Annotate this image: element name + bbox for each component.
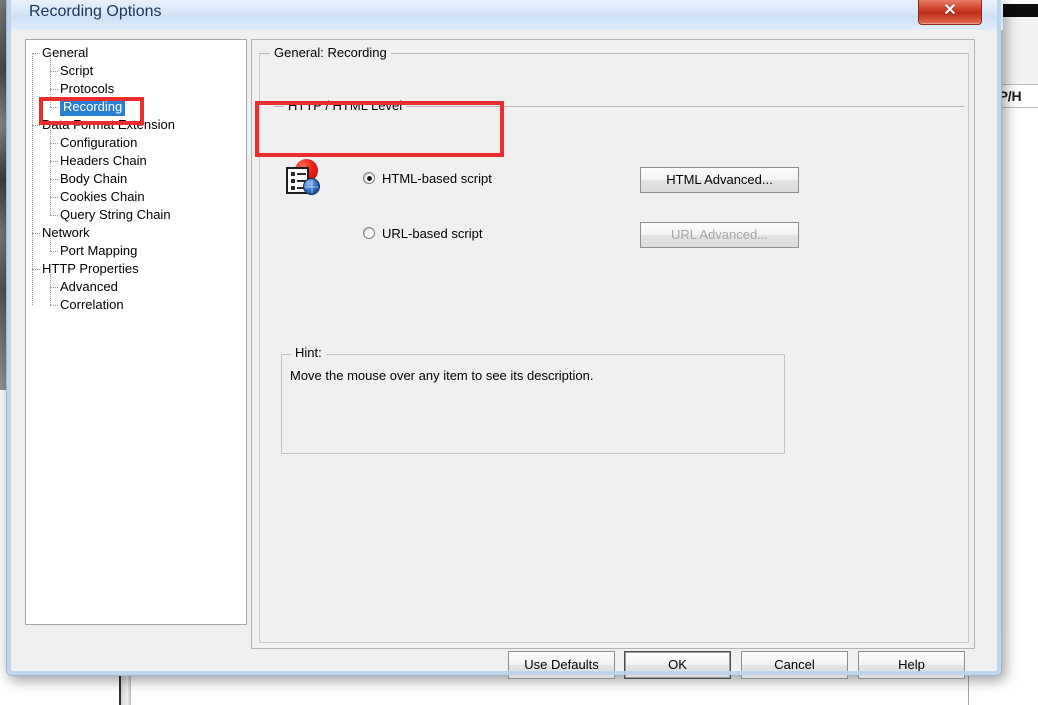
tree-item-label: Body Chain bbox=[60, 171, 128, 186]
cancel-button[interactable]: Cancel bbox=[741, 651, 848, 679]
close-icon: ✕ bbox=[943, 2, 957, 19]
dialog-body: General Script Protocols Recording Data Form… bbox=[11, 30, 999, 679]
tree-item-label: Correlation bbox=[60, 297, 124, 312]
background-bottom-stem bbox=[119, 676, 131, 705]
tree-item-label: General bbox=[42, 45, 89, 60]
tree-item-configuration[interactable]: Configuration bbox=[26, 134, 246, 152]
tree-item-label: Headers Chain bbox=[60, 153, 147, 168]
tree-item-correlation[interactable]: Correlation bbox=[26, 296, 246, 314]
radio-url-based-script-indicator[interactable] bbox=[363, 227, 375, 239]
http-html-level-title: HTTP / HTML Level bbox=[284, 98, 407, 113]
tree-guide bbox=[50, 269, 51, 305]
url-advanced-button: URL Advanced... bbox=[640, 222, 799, 248]
tree-item-label: Script bbox=[60, 63, 94, 78]
dialog-title: Recording Options bbox=[29, 3, 162, 20]
tree-guide bbox=[50, 125, 51, 215]
globe-shape bbox=[303, 178, 320, 195]
tree-guide bbox=[32, 53, 33, 305]
tree-item-advanced[interactable]: Advanced bbox=[26, 278, 246, 296]
hint-text: Move the mouse over any item to see its … bbox=[290, 368, 594, 383]
help-button[interactable]: Help bbox=[858, 651, 965, 679]
http-html-level-group: HTTP / HTML Level HTML-based script URL-… bbox=[274, 98, 964, 291]
tree-item-query-string-chain[interactable]: Query String Chain bbox=[26, 206, 246, 224]
tree-item-label: HTTP Properties bbox=[42, 261, 139, 276]
radio-url-based-script[interactable]: URL-based script bbox=[363, 224, 563, 244]
general-recording-group: General: Recording HTTP / HTML Level HTM… bbox=[259, 45, 969, 643]
radio-html-based-script-label: HTML-based script bbox=[382, 171, 492, 186]
tree-guide bbox=[50, 233, 51, 251]
tree-item-headers-chain[interactable]: Headers Chain bbox=[26, 152, 246, 170]
options-tree: General Script Protocols Recording Data Form… bbox=[26, 44, 246, 314]
recording-options-dialog: Recording Options ✕ General Script Protoco… bbox=[6, 0, 1003, 679]
tree-item-protocols[interactable]: Protocols bbox=[26, 80, 246, 98]
dialog-titlebar[interactable]: Recording Options ✕ bbox=[7, 0, 1003, 30]
options-tree-panel[interactable]: General Script Protocols Recording Data Form… bbox=[25, 39, 247, 625]
tree-item-body-chain[interactable]: Body Chain bbox=[26, 170, 246, 188]
tree-item-label: Query String Chain bbox=[60, 207, 171, 222]
tree-guide bbox=[50, 53, 51, 107]
tree-item-port-mapping[interactable]: Port Mapping bbox=[26, 242, 246, 260]
radio-html-based-script[interactable]: HTML-based script bbox=[363, 169, 563, 189]
tree-item-script[interactable]: Script bbox=[26, 62, 246, 80]
radio-url-based-script-label: URL-based script bbox=[382, 226, 483, 241]
tree-item-label: Configuration bbox=[60, 135, 138, 150]
hint-group: Hint: Move the mouse over any item to se… bbox=[281, 345, 785, 454]
tree-item-http-properties[interactable]: HTTP Properties bbox=[26, 260, 246, 278]
tree-item-data-format-extension[interactable]: Data Format Extension bbox=[26, 116, 246, 134]
tree-item-general[interactable]: General bbox=[26, 44, 246, 62]
radio-html-based-script-indicator[interactable] bbox=[363, 172, 375, 184]
tree-item-label: Port Mapping bbox=[60, 243, 138, 258]
ok-button[interactable]: OK bbox=[624, 651, 731, 679]
screen: HTTP/H Recording Options ✕ GeneralScript… bbox=[0, 0, 1038, 705]
close-button[interactable]: ✕ bbox=[918, 0, 982, 25]
tree-item-label: Recording bbox=[60, 98, 126, 116]
tree-item-recording[interactable]: Recording bbox=[26, 98, 246, 116]
tree-item-label: Cookies Chain bbox=[60, 189, 145, 204]
tree-item-network[interactable]: Network bbox=[26, 224, 246, 242]
tree-item-cookies-chain[interactable]: Cookies Chain bbox=[26, 188, 246, 206]
options-content-panel: General: Recording HTTP / HTML Level HTM… bbox=[251, 39, 975, 649]
tree-item-label: Data Format Extension bbox=[42, 117, 175, 132]
use-defaults-button[interactable]: Use Defaults bbox=[508, 651, 615, 679]
hint-group-title: Hint: bbox=[291, 345, 326, 360]
tree-item-label: Protocols bbox=[60, 81, 115, 96]
html-advanced-button[interactable]: HTML Advanced... bbox=[640, 167, 799, 193]
general-recording-group-title: General: Recording bbox=[270, 45, 391, 60]
html-script-icon bbox=[285, 159, 323, 197]
tree-item-label: Advanced bbox=[60, 279, 118, 294]
